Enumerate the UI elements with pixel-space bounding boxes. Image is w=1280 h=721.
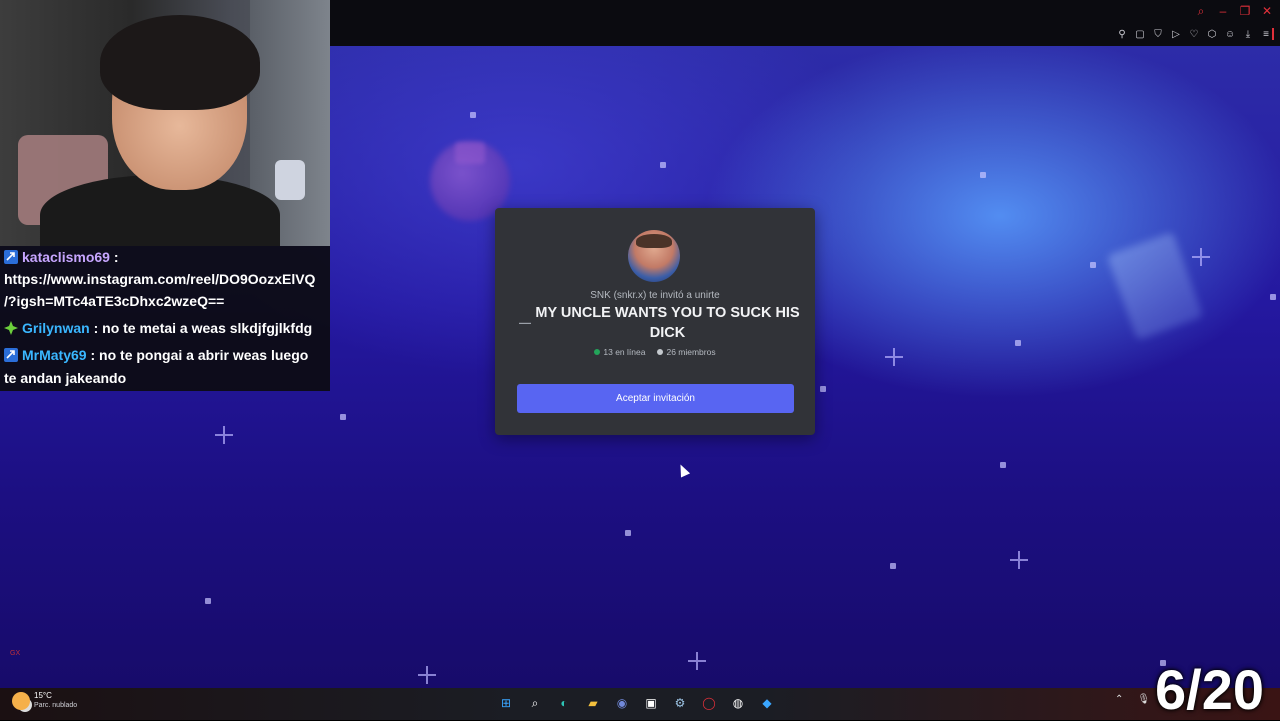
chat-message: Grilynwan : no te metai a weas slkdjfgjl… — [4, 317, 312, 339]
members-dot-icon — [657, 349, 664, 355]
star-decoration — [1000, 462, 1006, 468]
windows-taskbar: 15°C Parc. nublado ⊞ ⌕ ◐ ▰ ◉ ▣ ⚙ ◯ ◍ ◆ ⌃… — [0, 688, 1280, 720]
chat-separator: : — [89, 320, 103, 336]
weather-desc: Parc. nublado — [34, 702, 78, 709]
star-decoration — [980, 172, 986, 178]
taskbar-apps: ⊞ ⌕ ◐ ▰ ◉ ▣ ⚙ ◯ ◍ ◆ — [496, 693, 777, 713]
sparkle-decoration — [1010, 551, 1028, 569]
browser-toolbar: ⚲ ▢ ⛉ ▷ ♡ ⬡ ☺ ⤓ ≡ — [1116, 28, 1274, 40]
chat-text: no te metai a weas slkdjfgjlkfdg — [102, 320, 313, 336]
sparkle-decoration — [418, 666, 436, 684]
heart-icon[interactable]: ♡ — [1188, 28, 1200, 40]
sparkle-decoration — [1192, 248, 1210, 266]
chat-separator: : — [86, 347, 100, 363]
weather-icon — [12, 692, 30, 710]
close-icon[interactable]: ✕ — [1260, 4, 1274, 19]
restore-icon[interactable]: ❐ — [1238, 4, 1252, 19]
search-icon[interactable]: ⌕ — [1194, 4, 1208, 19]
profile-icon[interactable]: ☺ — [1224, 28, 1236, 40]
steam-icon[interactable]: ⚙ — [670, 693, 690, 713]
chat-text: no te pongai a abrir weas luego — [99, 347, 309, 363]
chat-username: MrMaty69 — [22, 347, 87, 363]
online-dot-icon — [594, 349, 601, 355]
chat-text: te andan jakeando — [4, 370, 127, 386]
chat-text: /?igsh=MTc4aTE3cDhxc2wzeQ== — [4, 293, 225, 309]
prime-badge-icon — [4, 348, 18, 362]
gem-badge-icon — [4, 321, 18, 335]
star-decoration — [205, 598, 211, 604]
discord-icon[interactable]: ◉ — [612, 693, 632, 713]
pin-icon[interactable]: ⚲ — [1116, 28, 1128, 40]
star-decoration — [340, 414, 346, 420]
vscode-icon[interactable]: ◆ — [757, 693, 777, 713]
server-icon: ▬▬▬ — [519, 319, 531, 325]
star-decoration — [890, 563, 896, 569]
gx-sidebar-label: GX — [10, 650, 21, 657]
window-controls: ⌕ – ❐ ✕ — [1194, 4, 1274, 19]
snapshot-icon[interactable]: ▢ — [1134, 28, 1146, 40]
windows-start-icon[interactable]: ⊞ — [496, 693, 516, 713]
download-icon[interactable]: ⤓ — [1242, 28, 1254, 40]
server-stats: 13 en línea 26 miembros — [495, 347, 815, 357]
star-decoration — [625, 530, 631, 536]
cube-decoration — [1106, 231, 1204, 341]
potion-neck-decoration — [455, 142, 485, 164]
opera-gx-icon[interactable]: ◯ — [699, 693, 719, 713]
star-decoration — [1270, 294, 1276, 300]
chevron-up-icon[interactable]: ⌃ — [1115, 694, 1123, 705]
chat-separator: : — [109, 249, 119, 265]
webcam-overlay — [0, 0, 330, 246]
sparkle-decoration — [688, 652, 706, 670]
menu-icon[interactable]: ≡ — [1260, 28, 1274, 40]
star-decoration — [470, 112, 476, 118]
play-icon[interactable]: ▷ — [1170, 28, 1182, 40]
figurine-background — [275, 160, 305, 200]
system-tray: ⌃ 🎙 — [1115, 694, 1150, 705]
sparkle-decoration — [215, 426, 233, 444]
browser-topbar: ⌕ – ❐ ✕ ⚲ ▢ ⛉ ▷ ♡ ⬡ ☺ ⤓ ≡ — [330, 0, 1280, 46]
online-count: 13 en línea — [594, 347, 645, 357]
inviter-avatar — [628, 230, 680, 282]
inviter-text: SNK (snkr.x) te invitó a unirte — [590, 290, 720, 301]
member-count-label: 26 miembros — [666, 347, 716, 357]
overlay-counter: 6/20 — [1155, 658, 1264, 721]
file-explorer-icon[interactable]: ▰ — [583, 693, 603, 713]
minimize-icon[interactable]: – — [1216, 4, 1230, 19]
sparkle-decoration — [885, 348, 903, 366]
shield-icon[interactable]: ⛉ — [1152, 28, 1164, 40]
streamer-hair — [100, 15, 260, 110]
weather-widget[interactable]: 15°C Parc. nublado — [12, 691, 77, 711]
chat-message: kataclismo69 : — [4, 246, 119, 268]
chat-username: kataclismo69 — [22, 249, 110, 265]
edge-icon[interactable]: ◐ — [554, 693, 574, 713]
invite-card: ▬▬▬ SNK (snkr.x) te invitó a unirte MY U… — [495, 208, 815, 435]
prime-badge-icon — [4, 250, 18, 264]
chat-message: MrMaty69 : no te pongai a abrir weas lue… — [4, 344, 308, 366]
star-decoration — [1015, 340, 1021, 346]
star-decoration — [820, 386, 826, 392]
chat-text: https://www.instagram.com/reel/DO9OozxEl… — [4, 271, 316, 287]
star-decoration — [1090, 262, 1096, 268]
chat-username: Grilynwan — [22, 320, 90, 336]
member-count: 26 miembros — [657, 347, 716, 357]
accept-invite-button[interactable]: Aceptar invitación — [517, 384, 794, 413]
weather-temp: 15°C — [34, 691, 52, 700]
obs-icon[interactable]: ◍ — [728, 693, 748, 713]
star-decoration — [660, 162, 666, 168]
search-icon[interactable]: ⌕ — [525, 693, 545, 713]
online-count-label: 13 en línea — [603, 347, 646, 357]
chat-overlay: kataclismo69 : https://www.instagram.com… — [0, 246, 330, 391]
extensions-icon[interactable]: ⬡ — [1206, 28, 1218, 40]
microphone-icon[interactable]: 🎙 — [1137, 694, 1150, 705]
terminal-icon[interactable]: ▣ — [641, 693, 661, 713]
server-name: MY UNCLE WANTS YOU TO SUCK HIS DICK — [535, 305, 800, 341]
